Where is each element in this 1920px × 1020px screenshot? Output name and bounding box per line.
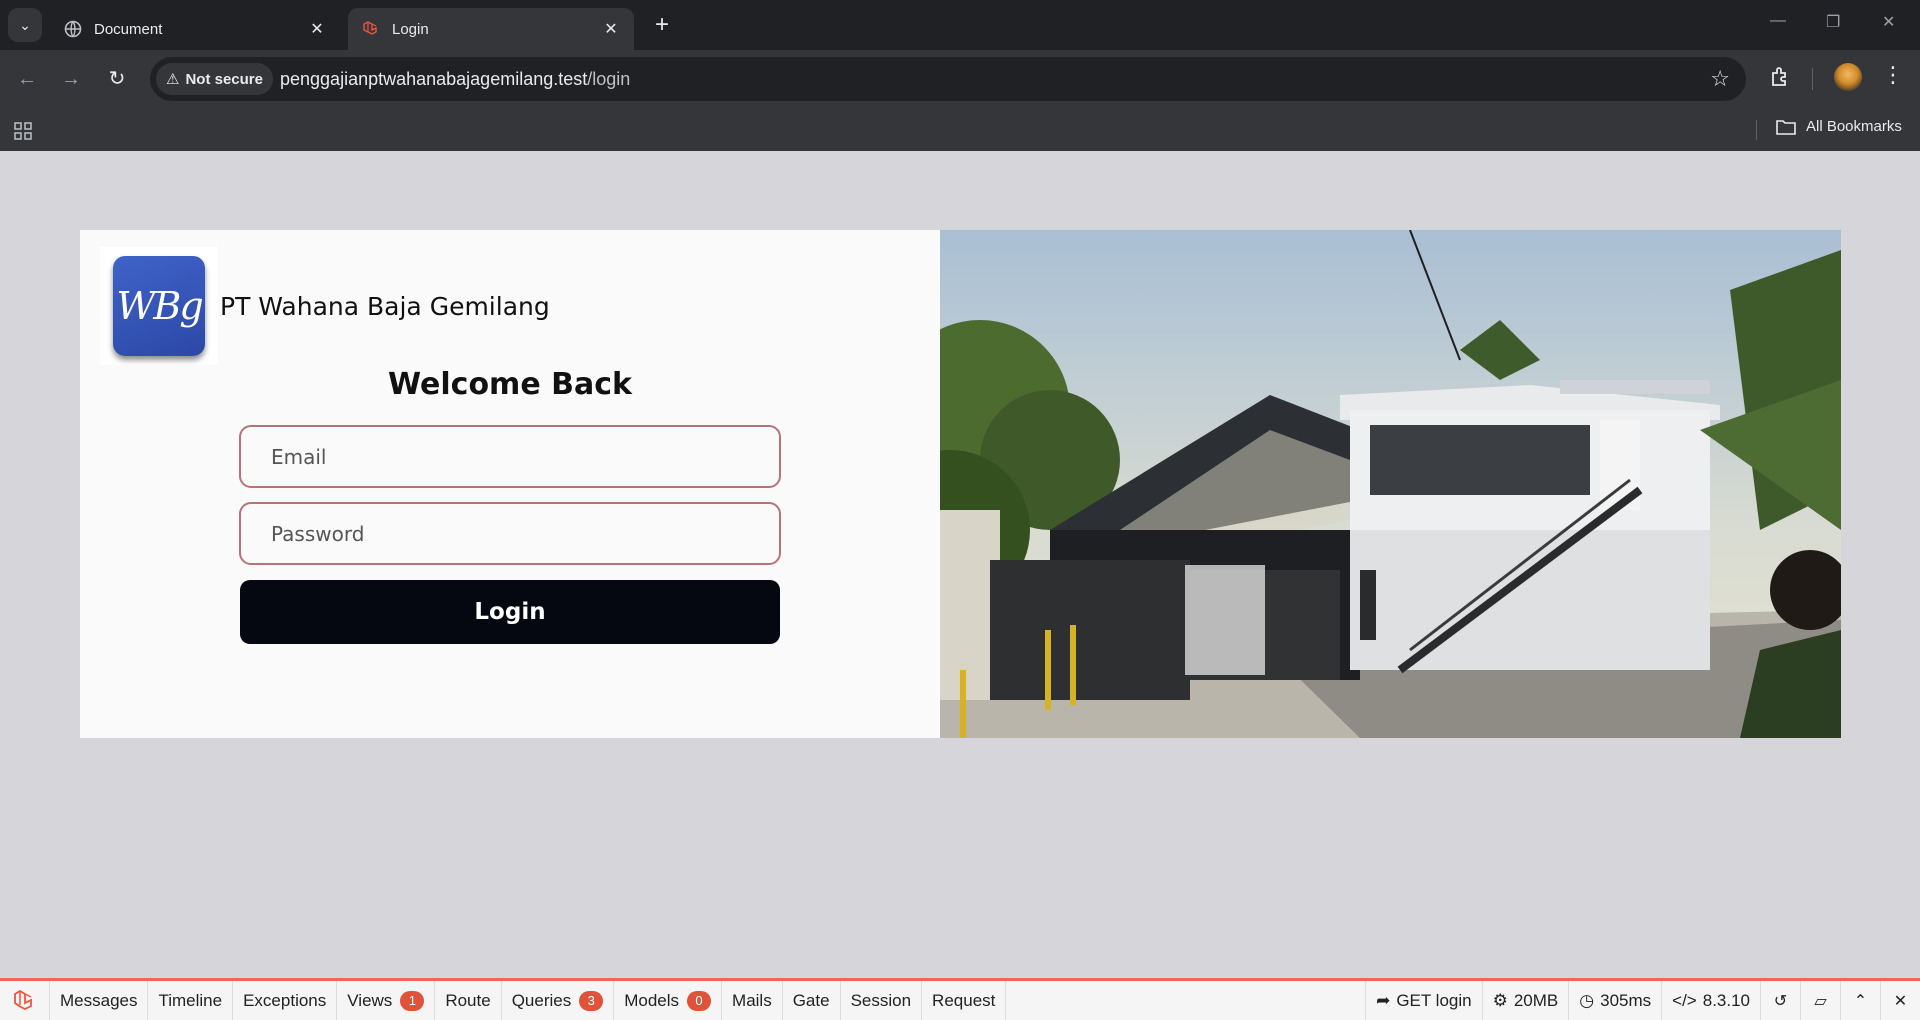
browser-toolbar: ← → ↻ ⚠ Not secure penggajianptwahanabaj…: [0, 50, 1920, 108]
forward-arrow-icon[interactable]: →: [58, 66, 84, 92]
memory-metric[interactable]: ⚙ 20MB: [1481, 981, 1569, 1020]
tab-document[interactable]: Document ✕: [50, 8, 340, 50]
company-name: PT Wahana Baja Gemilang: [220, 292, 550, 321]
code-icon: </>: [1672, 990, 1697, 1010]
login-card: WBg PT Wahana Baja Gemilang Welcome Back…: [80, 230, 1841, 738]
laravel-logo-icon[interactable]: [0, 981, 50, 1020]
all-bookmarks-button[interactable]: All Bookmarks: [1776, 118, 1902, 135]
close-tab-icon[interactable]: ✕: [308, 19, 326, 39]
debug-tab-views[interactable]: Views 1: [337, 981, 436, 1020]
request-metric[interactable]: ➦ GET login: [1365, 981, 1482, 1020]
factory-illustration: [940, 230, 1841, 738]
profile-avatar[interactable]: [1834, 63, 1862, 91]
debug-tab-label: Gate: [792, 990, 830, 1010]
folder-icon: [1776, 119, 1796, 135]
password-field[interactable]: [239, 502, 781, 565]
tab-title: Login: [392, 20, 429, 38]
debug-tab-label: Messages: [60, 990, 138, 1010]
request-label: GET login: [1396, 990, 1472, 1010]
extensions-icon[interactable]: [1768, 64, 1794, 90]
close-tab-icon[interactable]: ✕: [602, 19, 620, 39]
tab-title: Document: [94, 20, 163, 38]
bookmark-star-icon[interactable]: ☆: [1710, 66, 1730, 92]
debug-tab-request[interactable]: Request: [922, 981, 1007, 1020]
toolbar-divider: [1812, 68, 1813, 90]
share-icon: ➦: [1376, 990, 1391, 1010]
globe-icon: [64, 20, 82, 38]
minimize-icon[interactable]: —: [1770, 12, 1786, 30]
bookmarks-divider: [1756, 120, 1757, 140]
chevron-up-icon[interactable]: ⌃: [1840, 981, 1880, 1020]
debug-tab-session[interactable]: Session: [841, 981, 923, 1020]
debug-tab-label: Session: [850, 990, 912, 1010]
reload-icon[interactable]: ↻: [104, 66, 130, 92]
count-badge: 1: [400, 990, 425, 1011]
debug-metrics: ➦ GET login ⚙ 20MB ◷ 305ms </> 8.3.10 ↺ ▱ ⌃ …: [1365, 981, 1920, 1020]
security-label: Not secure: [185, 70, 263, 88]
factory-photo: [940, 230, 1841, 738]
clock-icon: ◷: [1579, 990, 1595, 1010]
address-bar[interactable]: ⚠ Not secure penggajianptwahanabajagemil…: [150, 57, 1746, 101]
company-logo: WBg: [100, 247, 218, 365]
debug-tab-timeline[interactable]: Timeline: [148, 981, 234, 1020]
restore-icon[interactable]: ❐: [1826, 12, 1840, 32]
debug-tab-exceptions[interactable]: Exceptions: [233, 981, 338, 1020]
laravel-debugbar: Messages Timeline Exceptions Views 1 Rout…: [0, 978, 1920, 1020]
logo-badge: WBg: [113, 256, 205, 356]
debug-tab-label: Request: [932, 990, 996, 1010]
login-form-panel: WBg PT Wahana Baja Gemilang Welcome Back…: [80, 230, 940, 738]
back-arrow-icon[interactable]: ←: [14, 66, 40, 92]
tab-login[interactable]: Login ✕: [348, 8, 634, 50]
count-badge: 3: [579, 990, 604, 1011]
cogs-icon: ⚙: [1492, 990, 1508, 1010]
count-badge: 0: [687, 990, 712, 1011]
url-path: /login: [587, 69, 631, 89]
login-button[interactable]: Login: [240, 580, 780, 644]
all-bookmarks-label: All Bookmarks: [1806, 118, 1902, 135]
browser-tab-bar: ⌄ Document ✕ Login ✕ + — ❐ ✕: [0, 0, 1920, 50]
more-options-icon[interactable]: ⋮: [1882, 62, 1904, 88]
debug-tab-label: Views: [347, 990, 393, 1010]
site-security-chip[interactable]: ⚠ Not secure: [156, 63, 273, 95]
debug-tab-messages[interactable]: Messages: [50, 981, 149, 1020]
close-window-icon[interactable]: ✕: [1882, 12, 1895, 32]
debug-tab-label: Models: [624, 990, 680, 1010]
email-field[interactable]: [239, 425, 781, 488]
apps-grid-icon[interactable]: [14, 122, 32, 140]
debug-tab-label: Mails: [732, 990, 772, 1010]
debug-tab-label: Queries: [511, 990, 572, 1010]
close-icon[interactable]: ✕: [1880, 981, 1920, 1020]
debug-tab-mails[interactable]: Mails: [722, 981, 783, 1020]
bookmarks-bar: All Bookmarks: [0, 108, 1920, 151]
url-host: penggajianptwahanabajagemilang.test: [280, 69, 588, 89]
new-tab-button[interactable]: +: [648, 12, 676, 40]
debug-tab-label: Route: [445, 990, 491, 1010]
chevron-down-icon: ⌄: [19, 16, 31, 33]
tab-search-button[interactable]: ⌄: [8, 8, 42, 42]
duration-label: 305ms: [1600, 990, 1652, 1010]
php-version-label: 8.3.10: [1702, 990, 1750, 1010]
php-version-metric[interactable]: </> 8.3.10: [1661, 981, 1760, 1020]
url-text[interactable]: penggajianptwahanabajagemilang.test/logi…: [280, 69, 630, 90]
memory-label: 20MB: [1513, 990, 1559, 1010]
debug-tab-label: Timeline: [158, 990, 223, 1010]
history-icon[interactable]: ↺: [1760, 981, 1800, 1020]
page-title: Welcome Back: [388, 367, 632, 402]
open-folder-icon[interactable]: ▱: [1800, 981, 1840, 1020]
debug-tab-label: Exceptions: [243, 990, 327, 1010]
debug-tab-queries[interactable]: Queries 3: [502, 981, 615, 1020]
warning-icon: ⚠: [166, 71, 180, 88]
duration-metric[interactable]: ◷ 305ms: [1568, 981, 1661, 1020]
laravel-icon: [363, 21, 377, 35]
debug-tab-gate[interactable]: Gate: [783, 981, 841, 1020]
debug-tab-route[interactable]: Route: [435, 981, 502, 1020]
debug-tab-models[interactable]: Models 0: [614, 981, 723, 1020]
